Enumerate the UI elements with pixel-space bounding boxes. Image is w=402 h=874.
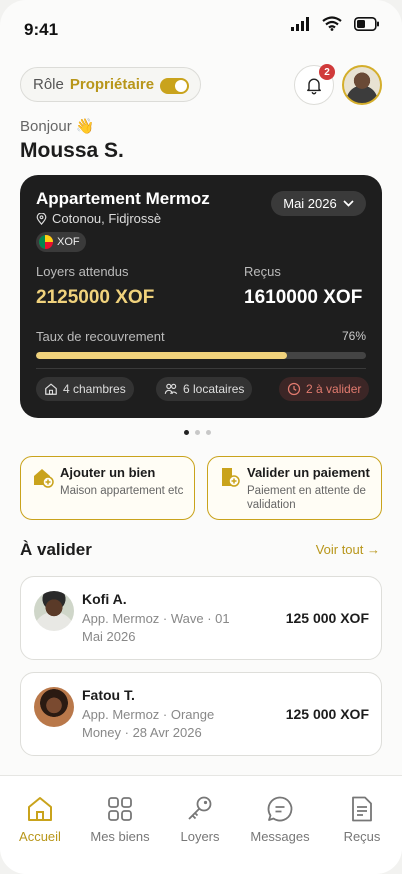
carousel-dot[interactable] (195, 430, 200, 435)
grid-icon (108, 797, 132, 821)
property-location-text: Cotonou, Fidjrossè (52, 211, 162, 226)
recovery-label: Taux de recouvrement (36, 329, 165, 344)
add-property-title: Ajouter un bien (60, 465, 156, 480)
property-title: Appartement Mermoz (36, 189, 210, 208)
payment-amount: 125 000 XOF (285, 610, 369, 626)
nav-properties[interactable]: Mes biens (80, 794, 160, 844)
see-all-link[interactable]: Voir tout → (316, 542, 380, 557)
status-time: 9:41 (24, 20, 59, 39)
chevron-down-icon (343, 200, 354, 207)
validate-payment-button[interactable]: Valider un paiement Paiement en attente … (207, 456, 382, 520)
greeting: Bonjour 👋 (20, 118, 95, 135)
role-label: Rôle (33, 76, 64, 93)
bottom-nav: Accueil Mes biens Loyers Messages Reçus (0, 775, 402, 874)
notification-badge: 2 (319, 64, 335, 80)
rooms-chip[interactable]: 4 chambres (36, 377, 134, 401)
key-icon (188, 796, 212, 820)
carousel-dot[interactable] (206, 430, 211, 435)
month-value: Mai 2026 (283, 196, 337, 211)
location-pin-icon (36, 212, 47, 225)
role-toggle[interactable] (160, 78, 189, 94)
notifications-button[interactable]: 2 (294, 64, 335, 105)
card-divider (36, 368, 366, 369)
property-location: Cotonou, Fidjrossè (36, 211, 161, 226)
received-label: Reçus (244, 264, 281, 279)
tenant-name: Fatou T. (82, 687, 135, 703)
tenant-avatar (34, 687, 74, 727)
recovery-progress (36, 352, 366, 359)
expected-label: Loyers attendus (36, 264, 129, 279)
tenants-chip[interactable]: 6 locataires (156, 377, 253, 401)
add-property-button[interactable]: Ajouter un bien Maison appartement etc (20, 456, 195, 520)
tenant-name: Kofi A. (82, 591, 127, 607)
property-card[interactable]: Appartement Mermoz Cotonou, Fidjrossè XO… (20, 175, 382, 418)
carousel-dots (184, 430, 211, 435)
month-selector[interactable]: Mai 2026 (271, 191, 366, 216)
payment-item[interactable]: Kofi A. App. Mermoz · Wave · 01 Mai 2026… (20, 576, 382, 660)
profile-avatar[interactable] (342, 65, 382, 105)
nav-rents-label: Loyers (180, 829, 220, 844)
role-switch[interactable]: Rôle Propriétaire (20, 67, 201, 102)
payment-detail: App. Mermoz · Orange Money · 28 Avr 2026 (82, 707, 215, 740)
house-icon (45, 383, 57, 395)
payment-detail: App. Mermoz · Wave · 01 Mai 2026 (82, 611, 230, 644)
pending-chip[interactable]: 2 à valider (279, 377, 370, 401)
status-icons (291, 16, 380, 31)
tenants-chip-label: 6 locataires (183, 382, 245, 396)
nav-receipts[interactable]: Reçus (322, 794, 402, 844)
house-plus-icon (34, 469, 54, 488)
user-name: Moussa S. (20, 139, 124, 162)
received-value: 1610000 XOF (244, 287, 363, 308)
receipt-check-icon (222, 468, 240, 487)
nav-messages[interactable]: Messages (240, 794, 320, 844)
validate-payment-title: Valider un paiement (247, 465, 370, 480)
battery-icon (354, 16, 379, 31)
signal-icon (291, 16, 309, 31)
tenant-avatar (34, 591, 74, 631)
validate-payment-desc: Paiement en attente de validation (247, 485, 366, 511)
nav-home-label: Accueil (19, 829, 61, 844)
home-icon (28, 797, 52, 821)
payment-amount: 125 000 XOF (285, 706, 369, 722)
document-icon (352, 796, 372, 822)
recovery-progress-fill (36, 352, 287, 359)
rooms-chip-label: 4 chambres (63, 382, 126, 396)
nav-rents[interactable]: Loyers (160, 794, 240, 844)
currency-code: XOF (57, 236, 80, 248)
add-property-desc: Maison appartement etc (60, 485, 184, 497)
nav-receipts-label: Reçus (343, 829, 381, 844)
nav-home[interactable]: Accueil (0, 794, 80, 844)
users-icon (164, 383, 178, 395)
section-title: À valider (20, 540, 92, 559)
nav-properties-label: Mes biens (90, 829, 150, 844)
benin-flag-icon (39, 235, 53, 249)
expected-value: 2125000 XOF (36, 287, 155, 308)
chat-icon (267, 796, 293, 822)
status-bar: 9:41 (0, 0, 402, 56)
clock-icon (287, 382, 301, 396)
carousel-dot[interactable] (184, 430, 189, 435)
phone-screen: 9:41 Rôle Propriétaire 2 Bonjour 👋 Mouss… (0, 0, 402, 874)
recovery-value: 76% (341, 329, 366, 343)
payment-item[interactable]: Fatou T. App. Mermoz · Orange Money · 28… (20, 672, 382, 756)
currency-chip: XOF (36, 232, 86, 252)
nav-messages-label: Messages (250, 829, 310, 844)
wifi-icon (322, 16, 342, 31)
pending-chip-label: 2 à valider (306, 382, 362, 396)
role-value: Propriétaire (69, 76, 155, 93)
